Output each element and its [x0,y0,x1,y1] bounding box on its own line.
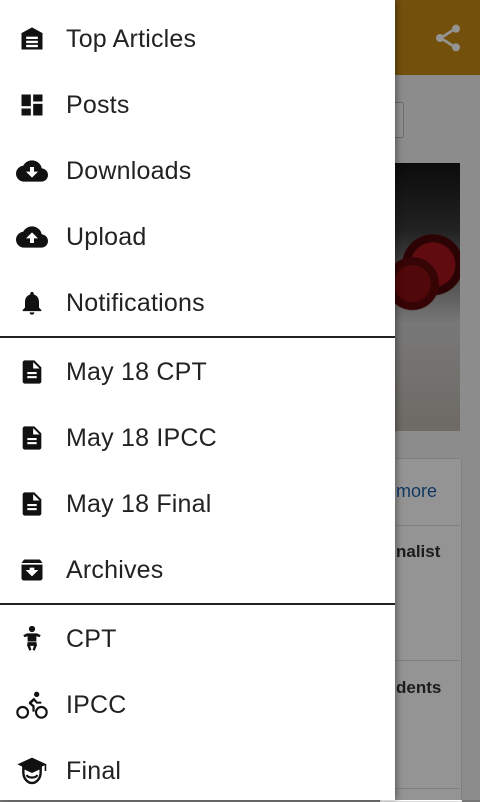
drawer-item-label: May 18 CPT [66,357,207,386]
drawer-item-upload[interactable]: Upload [0,204,395,270]
dashboard-icon [16,89,48,121]
drawer-item-label: Upload [66,222,147,251]
baby-icon [16,623,48,655]
drawer-item-notifications[interactable]: Notifications [0,270,395,336]
drawer-item-label: Posts [66,90,130,119]
cloud-download-icon [16,155,48,187]
drawer-item-label: Final [66,756,122,785]
drawer-item-label: Downloads [66,156,192,185]
bicycle-icon [16,689,48,721]
drawer-item-top-articles[interactable]: Top Articles [0,6,395,72]
drawer-item-posts[interactable]: Posts [0,72,395,138]
document-icon [16,422,48,454]
drawer-item-may-18-final[interactable]: May 18 Final [0,471,395,537]
graduate-icon [16,755,48,787]
document-icon [16,488,48,520]
drawer-item-label: Top Articles [66,24,197,53]
drawer-item-label: CPT [66,624,117,653]
drawer-item-label: Notifications [66,288,205,317]
drawer-item-label: IPCC [66,690,127,719]
cloud-upload-icon [16,221,48,253]
drawer-item-label: May 18 Final [66,489,212,518]
article-icon [16,23,48,55]
drawer-item-archives[interactable]: Archives [0,537,395,603]
drawer-item-final[interactable]: Final [0,738,395,800]
drawer-item-label: Archives [66,555,164,584]
drawer-divider [0,336,395,338]
drawer-item-label: May 18 IPCC [66,423,217,452]
navigation-drawer: Top Articles Posts Downloads Upload Noti… [0,0,395,800]
archive-icon [16,554,48,586]
drawer-item-downloads[interactable]: Downloads [0,138,395,204]
drawer-divider [0,603,395,605]
drawer-item-cpt[interactable]: CPT [0,606,395,672]
bell-icon [16,287,48,319]
drawer-item-may-18-cpt[interactable]: May 18 CPT [0,339,395,405]
drawer-item-ipcc[interactable]: IPCC [0,672,395,738]
drawer-item-may-18-ipcc[interactable]: May 18 IPCC [0,405,395,471]
document-icon [16,356,48,388]
